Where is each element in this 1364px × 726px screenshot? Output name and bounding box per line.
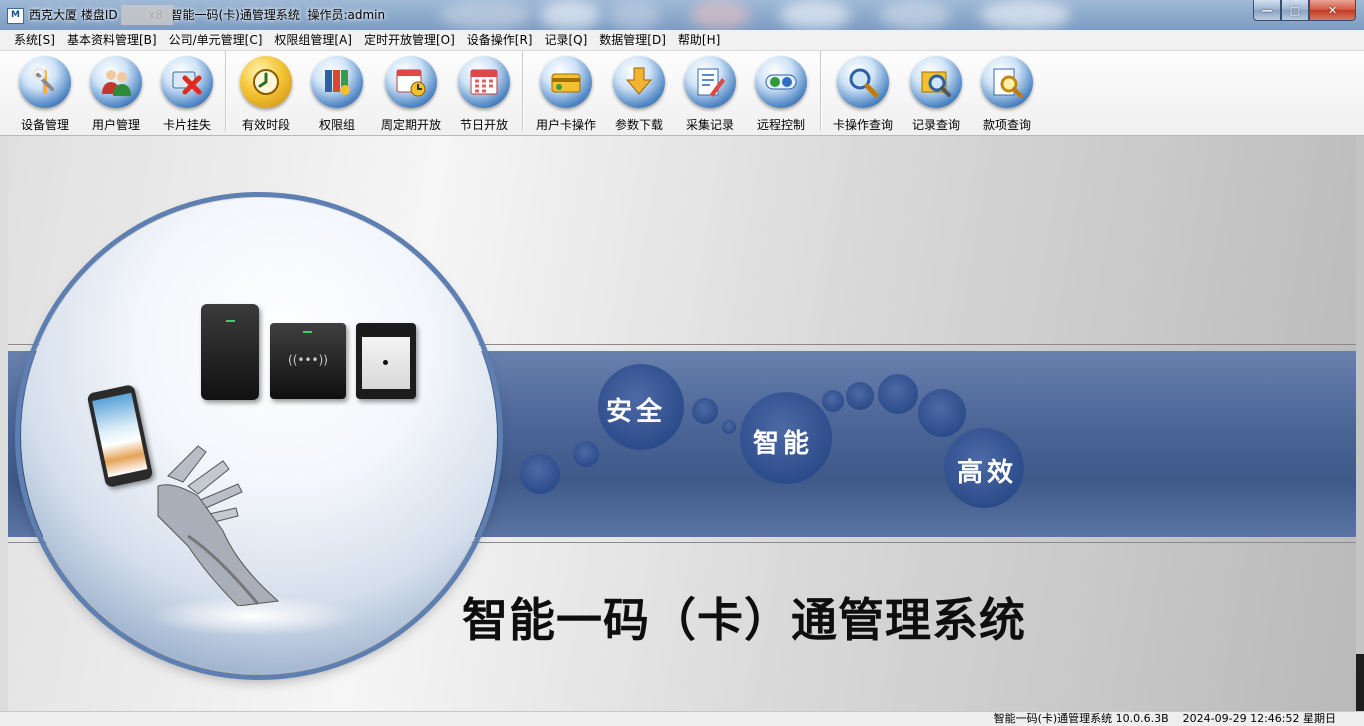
holiday-calendar-icon <box>458 56 510 108</box>
weekly-open-button[interactable]: 周定期开放 <box>375 54 447 134</box>
record-query-button[interactable]: 记录查询 <box>900 54 972 134</box>
payment-query-button[interactable]: 款项查询 <box>971 54 1043 134</box>
menu-bar: 系统[S] 基本资料管理[B] 公司/单元管理[C] 权限组管理[A] 定时开放… <box>0 30 1364 51</box>
clock-icon <box>240 56 292 108</box>
main-banner: 安全 智能 高效 智能一码（卡）通管理系统 ((•••)) <box>8 136 1356 711</box>
toolbar-label: 权限组 <box>318 118 355 132</box>
toolbar-label: 卡操作查询 <box>832 118 893 132</box>
slogan-word-safety: 安全 <box>606 397 667 427</box>
user-card-icon <box>540 56 592 108</box>
slogan-word-smart: 智能 <box>753 429 814 459</box>
decor-circle <box>520 454 560 494</box>
card-reader-image <box>201 304 259 400</box>
toolbar: 设备管理 用户管理 卡片挂失 有效时段 权限组 周定期开放 节日开放 用户卡操作… <box>0 51 1364 136</box>
menu-permission-group[interactable]: 权限组管理[A] <box>268 30 358 50</box>
permission-group-button[interactable]: 权限组 <box>301 54 373 134</box>
permission-group-icon <box>311 56 363 108</box>
download-icon <box>613 56 665 108</box>
toolbar-label: 卡片挂失 <box>162 118 211 132</box>
device-management-button[interactable]: 设备管理 <box>9 54 81 134</box>
reader-wave-text: ((•••)) <box>288 353 328 367</box>
menu-company-unit[interactable]: 公司/单元管理[C] <box>163 30 269 50</box>
card-lost-button[interactable]: 卡片挂失 <box>151 54 223 134</box>
holiday-open-button[interactable]: 节日开放 <box>448 54 520 134</box>
toolbar-label: 用户卡操作 <box>535 118 596 132</box>
close-icon: ✕ <box>1327 3 1338 17</box>
menu-data-management[interactable]: 数据管理[D] <box>593 30 672 50</box>
toolbar-label: 远程控制 <box>756 118 805 132</box>
card-operation-query-button[interactable]: 卡操作查询 <box>827 54 899 134</box>
app-logo-icon: M <box>7 8 24 24</box>
tools-icon <box>19 56 71 108</box>
valid-period-button[interactable]: 有效时段 <box>230 54 302 134</box>
status-bar: 智能一码(卡)通管理系统 10.0.6.3B 2024-09-29 12:46:… <box>0 711 1364 726</box>
menu-basic-data[interactable]: 基本资料管理[B] <box>61 30 163 50</box>
decor-circle <box>918 389 966 437</box>
card-reader-image: ((•••)) <box>270 323 346 399</box>
right-border <box>1356 136 1364 711</box>
decor-circle <box>722 420 736 434</box>
param-download-button[interactable]: 参数下载 <box>603 54 675 134</box>
menu-records[interactable]: 记录[Q] <box>538 30 593 50</box>
qr-reader-image <box>356 323 416 399</box>
card-lost-icon <box>161 56 213 108</box>
menu-timed-open[interactable]: 定时开放管理[O] <box>358 30 461 50</box>
toolbar-label: 节日开放 <box>459 118 508 132</box>
user-card-button[interactable]: 用户卡操作 <box>530 54 602 134</box>
minimize-button[interactable]: — <box>1253 0 1281 21</box>
decor-circle <box>573 441 599 467</box>
decor-circle <box>846 382 874 410</box>
remote-control-icon <box>755 56 807 108</box>
close-button[interactable]: ✕ <box>1309 0 1356 21</box>
users-icon <box>90 56 142 108</box>
record-query-icon <box>910 56 962 108</box>
decor-circle <box>822 390 844 412</box>
user-management-button[interactable]: 用户管理 <box>80 54 152 134</box>
menu-system[interactable]: 系统[S] <box>0 30 61 50</box>
weekly-calendar-icon <box>385 56 437 108</box>
slogan-word-efficient: 高效 <box>957 458 1018 488</box>
menu-help[interactable]: 帮助[H] <box>672 30 726 50</box>
title-bar[interactable]: M 西克大厦 楼盘ID x8 智能一码(卡)通管理系统 操作员:admin — … <box>0 0 1364 30</box>
window-controls: — □ ✕ <box>1253 0 1356 21</box>
remote-control-button[interactable]: 远程控制 <box>745 54 817 134</box>
decor-circle <box>878 374 918 414</box>
card-query-icon <box>837 56 889 108</box>
robot-hand-image <box>157 445 280 606</box>
menu-device-ops[interactable]: 设备操作[R] <box>461 30 539 50</box>
redacted-id <box>121 5 173 25</box>
collect-record-button[interactable]: 采集记录 <box>674 54 746 134</box>
toolbar-label: 款项查询 <box>982 118 1031 132</box>
payment-query-icon <box>981 56 1033 108</box>
minimize-icon: — <box>1261 3 1273 17</box>
maximize-button[interactable]: □ <box>1281 0 1309 21</box>
system-slogan: 智能一码（卡）通管理系统 <box>462 593 1026 647</box>
decor-circle <box>692 398 718 424</box>
collect-record-icon <box>684 56 736 108</box>
status-text: 智能一码(卡)通管理系统 10.0.6.3B 2024-09-29 12:46:… <box>993 712 1336 725</box>
toolbar-label: 周定期开放 <box>380 118 441 132</box>
window-title: 西克大厦 楼盘ID x8 智能一码(卡)通管理系统 操作员:admin <box>29 8 386 22</box>
maximize-icon: □ <box>1289 3 1301 17</box>
